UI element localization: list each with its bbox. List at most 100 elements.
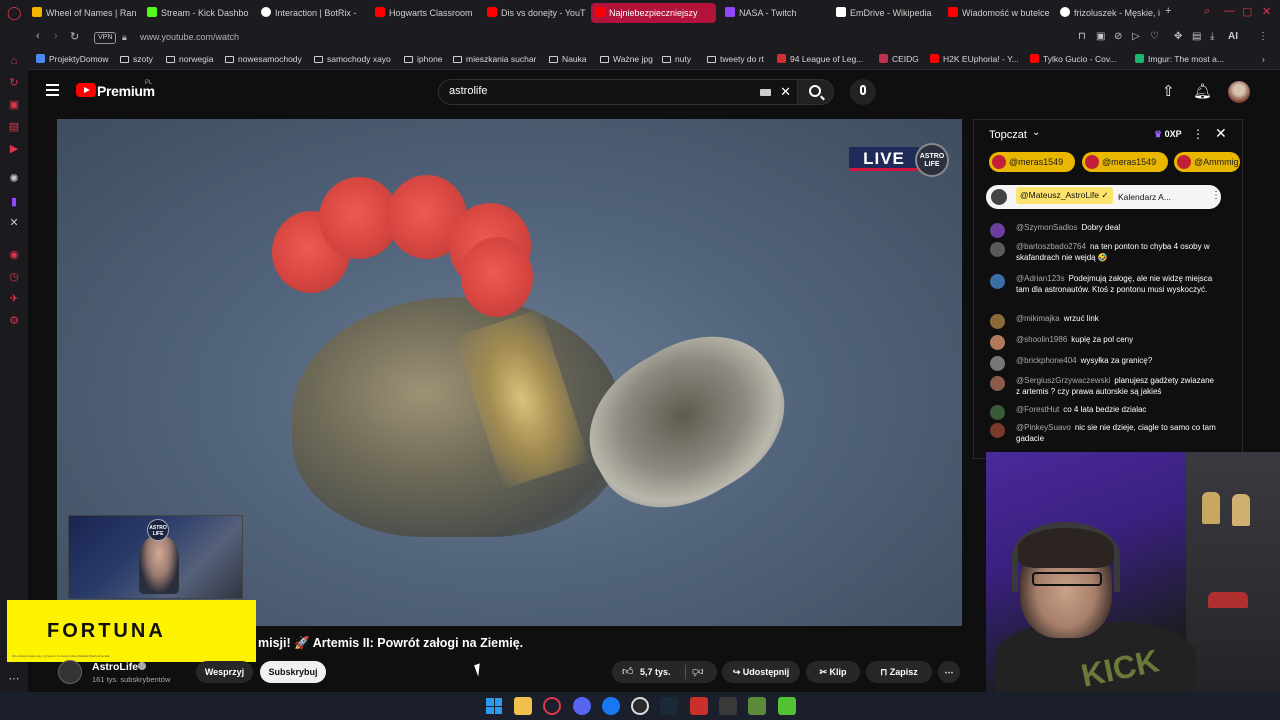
player-icon[interactable]: ◉ [7,248,21,262]
bookmark-folder[interactable]: iphone [404,54,443,64]
tab-item[interactable]: NASA - Twitch [721,3,829,23]
tab-item[interactable]: Dis vs donejty - YouT [483,3,591,23]
bookmark-folder[interactable]: szoty [120,54,153,64]
ticker-item[interactable]: @meras1549 [989,152,1075,172]
bookmark-folder[interactable]: Ważne jpg [600,54,653,64]
tab-item[interactable]: Wheel of Names | Ran [28,3,136,23]
messenger-icon[interactable] [602,697,620,715]
bookmark-folder[interactable]: Nauka [549,54,587,64]
tab-item[interactable]: Hogwarts Classroom [371,3,479,23]
bookmark-item[interactable]: CEIDG [879,54,919,64]
pinned-menu-icon[interactable]: ⋮ [1211,190,1221,201]
flow-icon[interactable]: ✈ [7,292,21,306]
bookmark-folder[interactable]: samochody xayo [314,54,391,64]
player-icon[interactable]: ▷ [1132,31,1140,42]
minecraft-icon[interactable] [748,697,766,715]
tab-item[interactable]: Wiadomość w butelce [944,3,1052,23]
tab-item-active[interactable]: Najniebezpieczniejszy [591,3,716,23]
pinned-message[interactable]: @Mateusz_AstroLife ✓ Kalendarz A... ⋮ [986,185,1221,209]
home-icon[interactable]: ⌂ [7,54,21,68]
back-icon[interactable]: ‹ [36,30,40,42]
chat-author[interactable]: @ForestHut [1016,405,1059,414]
x-icon[interactable]: ✕ [7,216,21,230]
bookmark-item[interactable]: ProjektyDomow [36,54,109,64]
video-icon[interactable]: ▶ [7,142,21,156]
chevron-down-icon[interactable]: ⌄ [1032,127,1040,138]
file-explorer-icon[interactable] [514,697,532,715]
bookmark-folder[interactable]: norwegia [166,54,214,64]
history-icon[interactable]: ↻ [7,76,21,90]
ticker-item[interactable]: @meras1549 [1082,152,1168,172]
bookmark-folder[interactable]: nowesamochody [225,54,302,64]
terminal-icon[interactable] [719,697,737,715]
twitch-icon[interactable]: ▮ [7,195,21,209]
extensions-icon[interactable]: ✥ [1174,31,1182,42]
forward-icon[interactable]: › [54,30,58,42]
download-icon[interactable]: ⤓ [1210,31,1214,42]
discord-icon[interactable] [573,697,591,715]
save-button[interactable]: ⊓ Zapisz [866,661,932,683]
bookmark-item[interactable]: Tylko Gucio - Cov... [1030,54,1117,64]
like-count[interactable]: 5,7 tys. [640,667,671,677]
steam-icon[interactable] [660,697,678,715]
heart-icon[interactable]: ♡ [1150,31,1159,42]
chat-author[interactable]: @SzymonSadlos [1016,223,1077,232]
hamburger-menu-icon[interactable] [46,84,59,96]
close-chat-icon[interactable]: ✕ [1215,125,1227,142]
voice-search-button[interactable] [850,79,876,105]
vpn-badge[interactable]: VPN [94,32,117,44]
opera-logo-icon[interactable]: ◯ [7,6,22,20]
chat-author[interactable]: @PinkeySuavo [1016,423,1071,432]
chat-author[interactable]: @bartoszbado2764 [1016,242,1086,251]
url-field[interactable]: www.youtube.com/watch [140,32,239,42]
ticker-item[interactable]: @Ammmig [1174,152,1240,172]
search-tabs-icon[interactable]: ⌕ [1204,5,1210,18]
chat-menu-icon[interactable]: ⋮ [1192,127,1204,141]
dislike-icon[interactable]: 👍︎ [692,665,704,678]
chat-mode-select[interactable]: Topczat [989,129,1027,141]
subscribe-button[interactable]: Subskrybuj [260,661,326,683]
account-avatar[interactable] [1228,81,1250,103]
bookmark-item[interactable]: 94 League of Leg... [777,54,863,64]
share-button[interactable]: ↪ Udostępnij [722,661,800,683]
obs-icon[interactable] [631,697,649,715]
chat-author[interactable]: @mikimajka [1016,314,1060,323]
app-icon[interactable] [778,697,796,715]
channel-name[interactable]: AstroLife [92,661,138,673]
search-button[interactable] [798,79,834,105]
chat-author[interactable]: @SergiuszGrzywaczewski [1016,376,1110,385]
bookmark-folder[interactable]: tweety do rt [707,54,764,64]
tab-item[interactable]: EmDrive - Wikipedia [832,3,940,23]
close-window-button[interactable]: ✕ [1262,5,1271,18]
keyboard-icon[interactable] [760,89,771,96]
bookmark-folder[interactable]: mieszkania suchar [453,54,536,64]
tab-item[interactable]: frizoluszek - Męskie, i [1056,3,1164,23]
bookmark-item[interactable]: H2K EUphoria! - Y... [930,54,1019,64]
support-button[interactable]: Wesprzyj [196,661,253,683]
wallet-icon[interactable]: ▤ [1192,31,1201,42]
create-icon[interactable]: ⇧ [1162,82,1175,100]
search-input[interactable] [449,85,749,97]
xp-badge[interactable]: ♛ 0XP [1154,129,1182,140]
bookmark-folder[interactable]: nuty [662,54,691,64]
minimize-button[interactable]: — [1224,5,1235,17]
chat-author[interactable]: @shoolin1986 [1016,335,1067,344]
snapshot-icon[interactable]: ▣ [1096,31,1105,42]
notifications-bell-icon[interactable]: 🔔︎ [1193,82,1212,100]
news-icon[interactable]: ▤ [7,120,21,134]
chatgpt-icon[interactable]: ✺ [7,172,21,186]
menu-dots-icon[interactable]: ⋮ [1258,31,1268,42]
reload-icon[interactable]: ↻ [70,30,79,43]
windows-start-icon[interactable] [486,698,502,714]
sidebar-more-icon[interactable]: ⋯ [7,672,21,686]
video-player[interactable]: LIVE ASTRO LIFE ASTRO LIFE [57,119,962,626]
riot-icon[interactable] [690,697,708,715]
new-tab-button[interactable]: + [1165,5,1171,17]
youtube-logo-icon[interactable] [76,83,96,97]
tab-item[interactable]: Interaction | BotRix - [257,3,365,23]
tab-item[interactable]: Stream - Kick Dashbo [143,3,251,23]
like-icon[interactable]: 👍︎ [622,665,634,678]
chat-author[interactable]: @Adrian123s [1016,274,1065,283]
clock-icon[interactable]: ◷ [7,270,21,284]
lock-icon[interactable]: 🔒︎ [122,32,127,43]
